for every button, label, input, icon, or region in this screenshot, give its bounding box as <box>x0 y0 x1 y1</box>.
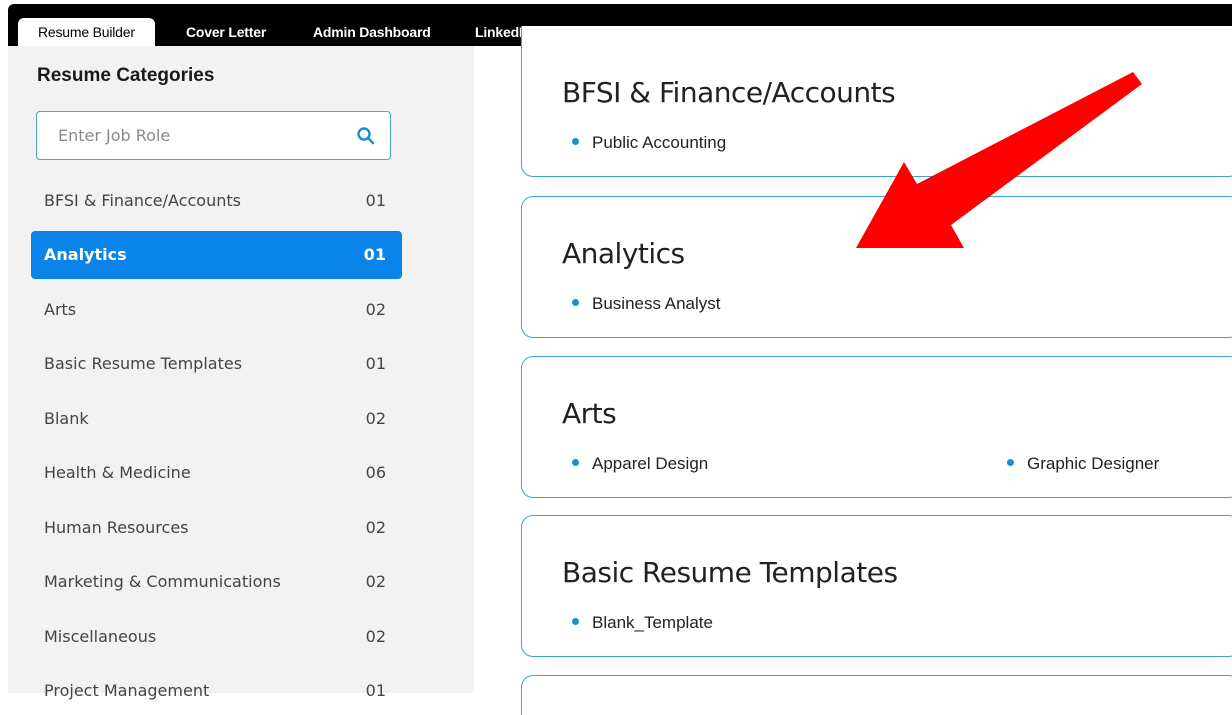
category-item[interactable]: Basic Resume Templates 01 <box>31 340 402 388</box>
category-item[interactable]: Human Resources 02 <box>31 504 402 552</box>
category-count: 02 <box>365 572 386 591</box>
job-label: Business Analyst <box>592 294 721 313</box>
job-link[interactable]: Blank_Template <box>572 613 713 633</box>
job-label: Public Accounting <box>592 133 727 152</box>
category-card: Arts Apparel Design Graphic Designer <box>521 356 1232 498</box>
category-item[interactable]: Project Management 01 <box>31 667 402 715</box>
category-label: Miscellaneous <box>44 627 157 646</box>
category-label: Analytics <box>44 245 127 264</box>
category-item[interactable]: Marketing & Communications 02 <box>31 558 402 606</box>
category-count: 06 <box>365 463 386 482</box>
category-count: 02 <box>365 627 386 646</box>
card-title: BFSI & Finance/Accounts <box>562 76 896 109</box>
search-input[interactable] <box>38 113 338 158</box>
bullet-icon <box>572 618 579 626</box>
category-item[interactable]: Miscellaneous 02 <box>31 613 402 661</box>
category-count: 02 <box>365 518 386 537</box>
category-label: Human Resources <box>44 518 189 537</box>
tab-resume-builder[interactable]: Resume Builder <box>18 18 155 46</box>
category-count: 01 <box>365 354 386 373</box>
category-count: 02 <box>365 300 386 319</box>
category-label: Project Management <box>44 681 210 700</box>
category-label: Basic Resume Templates <box>44 354 243 373</box>
bullet-icon <box>1007 459 1014 467</box>
category-card <box>521 675 1232 715</box>
category-count: 01 <box>365 191 386 210</box>
tab-cover-letter[interactable]: Cover Letter <box>186 18 266 46</box>
card-title: Arts <box>562 397 617 430</box>
job-link[interactable]: Business Analyst <box>572 294 721 314</box>
bullet-icon <box>572 299 579 307</box>
category-label: Arts <box>44 300 77 319</box>
category-item-active[interactable]: Analytics 01 <box>31 231 402 279</box>
job-link[interactable]: Graphic Designer <box>1007 454 1159 474</box>
category-item[interactable]: BFSI & Finance/Accounts 01 <box>31 177 402 225</box>
category-label: Marketing & Communications <box>44 572 281 591</box>
bullet-icon <box>572 459 579 467</box>
category-item[interactable]: Blank 02 <box>31 395 402 443</box>
category-item[interactable]: Health & Medicine 06 <box>31 449 402 497</box>
sidebar: Resume Categories BFSI & Finance/Account… <box>8 46 474 700</box>
category-count: 01 <box>365 681 386 700</box>
category-item[interactable]: Arts 02 <box>31 286 402 334</box>
category-count: 01 <box>363 245 386 264</box>
job-link[interactable]: Apparel Design <box>572 454 708 474</box>
job-label: Blank_Template <box>592 613 713 632</box>
category-label: BFSI & Finance/Accounts <box>44 191 241 210</box>
main-content: BFSI & Finance/Accounts Public Accountin… <box>474 26 1232 715</box>
category-label: Health & Medicine <box>44 463 191 482</box>
category-count: 02 <box>365 409 386 428</box>
search-box <box>36 111 391 160</box>
card-title: Analytics <box>562 237 685 270</box>
sidebar-title: Resume Categories <box>37 65 215 86</box>
category-card: Basic Resume Templates Blank_Template <box>521 515 1232 657</box>
category-label: Blank <box>44 409 89 428</box>
tab-admin-dashboard[interactable]: Admin Dashboard <box>313 18 431 46</box>
job-label: Apparel Design <box>592 454 709 473</box>
search-icon[interactable] <box>356 126 376 146</box>
category-card: Analytics Business Analyst <box>521 196 1232 338</box>
job-label: Graphic Designer <box>1027 454 1160 473</box>
card-title: Basic Resume Templates <box>562 556 898 589</box>
bullet-icon <box>572 138 579 146</box>
job-link[interactable]: Public Accounting <box>572 133 726 153</box>
category-card: BFSI & Finance/Accounts Public Accountin… <box>521 26 1232 177</box>
